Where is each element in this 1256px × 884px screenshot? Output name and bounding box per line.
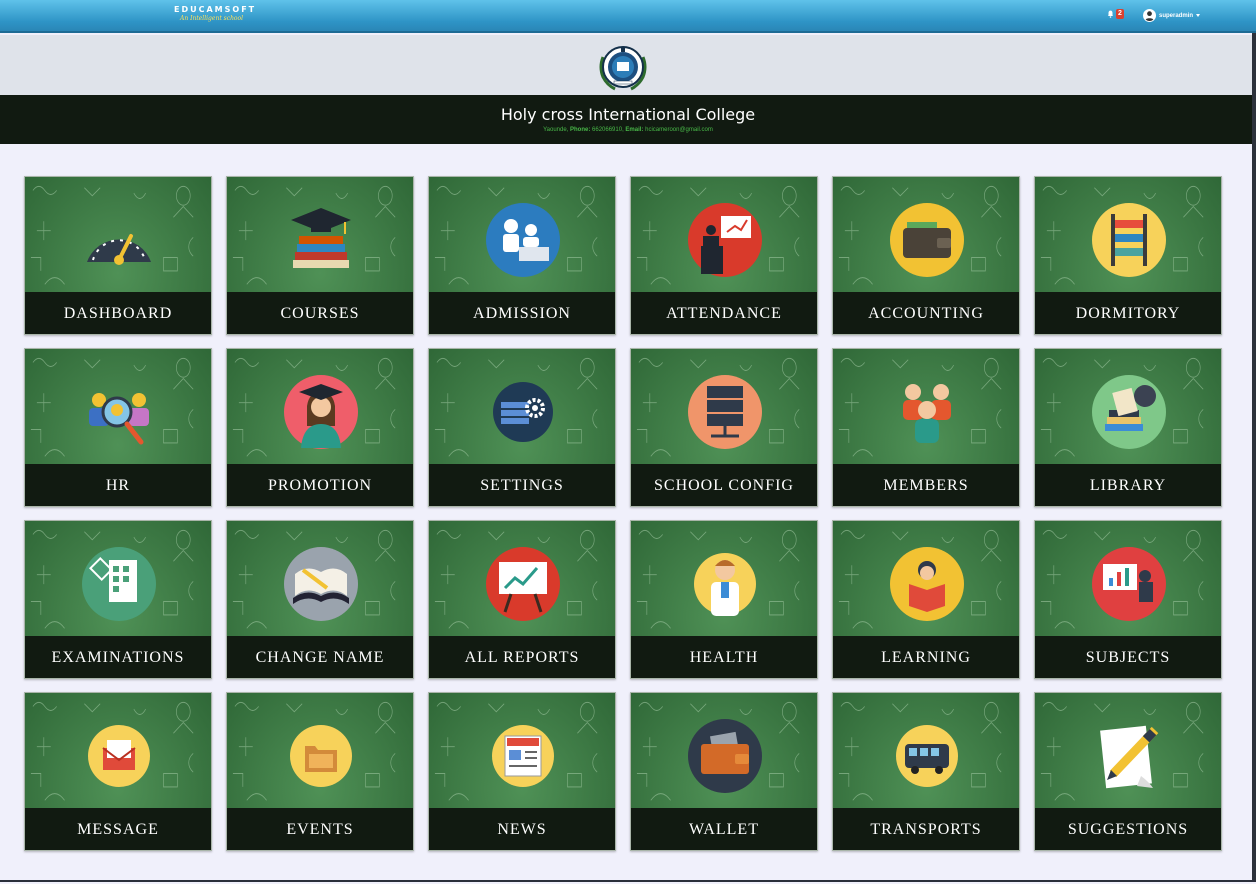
school-email: hcicameroon@gmail.com (645, 127, 713, 133)
chevron-down-icon (1196, 14, 1201, 17)
module-tile-change-name[interactable]: CHANGE NAME (226, 520, 414, 679)
module-tile-dormitory[interactable]: DORMITORY (1034, 176, 1222, 335)
exam-sheet-icon (82, 547, 156, 621)
module-label: PROMOTION (227, 464, 413, 506)
module-tile-school-config[interactable]: SCHOOL CONFIG (630, 348, 818, 507)
module-tile-promotion[interactable]: PROMOTION (226, 348, 414, 507)
module-tile-attendance[interactable]: ATTENDANCE (630, 176, 818, 335)
books-globe-icon (1092, 375, 1166, 449)
admission-desk-icon (486, 203, 560, 277)
people-search-icon (89, 393, 149, 445)
module-label: ALL REPORTS (429, 636, 615, 678)
module-tile-courses[interactable]: COURSES (226, 176, 414, 335)
module-tile-dashboard[interactable]: DASHBOARD (24, 176, 212, 335)
module-tile-events[interactable]: EVENTS (226, 692, 414, 851)
module-tile-subjects[interactable]: SUBJECTS (1034, 520, 1222, 679)
module-label: LEARNING (833, 636, 1019, 678)
module-tile-message[interactable]: MESSAGE (24, 692, 212, 851)
module-tile-library[interactable]: LIBRARY (1034, 348, 1222, 507)
teacher-board-icon (1092, 547, 1166, 621)
module-tile-admission[interactable]: ADMISSION (428, 176, 616, 335)
bottom-divider (0, 880, 1256, 882)
user-menu[interactable]: superadmin (1143, 9, 1201, 22)
user-avatar-icon (1144, 11, 1155, 21)
top-navbar: EDUCAMSOFT An Intelligent school 2 super… (0, 0, 1256, 33)
module-label: SUBJECTS (1035, 636, 1221, 678)
module-tile-news[interactable]: NEWS (428, 692, 616, 851)
phone-label: Phone: (570, 127, 591, 133)
notification-count-badge: 2 (1116, 9, 1124, 19)
module-label: MESSAGE (25, 808, 211, 850)
bunk-bed-icon (1092, 203, 1166, 277)
module-label: HEALTH (631, 636, 817, 678)
reading-student-icon (890, 547, 964, 621)
page-scrollbar[interactable] (1252, 33, 1256, 880)
module-tile-members[interactable]: MEMBERS (832, 348, 1020, 507)
brand-name: EDUCAMSOFT (174, 5, 257, 14)
wallet-card-icon (688, 719, 762, 793)
module-label: DASHBOARD (25, 292, 211, 334)
module-label: COURSES (227, 292, 413, 334)
module-tile-health[interactable]: HEALTH (630, 520, 818, 679)
module-label: CHANGE NAME (227, 636, 413, 678)
module-label: LIBRARY (1035, 464, 1221, 506)
module-tile-examinations[interactable]: EXAMINATIONS (24, 520, 212, 679)
module-label: ACCOUNTING (833, 292, 1019, 334)
module-label: NEWS (429, 808, 615, 850)
module-tile-learning[interactable]: LEARNING (832, 520, 1020, 679)
module-label: DORMITORY (1035, 292, 1221, 334)
school-name: Holy cross International College (500, 105, 756, 124)
folder-icon (290, 725, 352, 787)
school-city: Yaounde (543, 127, 567, 133)
module-label: EXAMINATIONS (25, 636, 211, 678)
group-people-icon (903, 384, 951, 443)
school-phone: 662066910 (592, 127, 623, 133)
module-label: SUGGESTIONS (1035, 808, 1221, 850)
user-name: superadmin (1159, 12, 1194, 19)
server-gear-icon (493, 382, 553, 442)
school-header: Holy cross International College Yaounde… (0, 95, 1256, 144)
module-label: EVENTS (227, 808, 413, 850)
module-label: SCHOOL CONFIG (631, 464, 817, 506)
envelope-icon (88, 725, 150, 787)
brand-tagline: An Intelligent school (180, 15, 244, 22)
report-chart-icon (486, 547, 560, 621)
module-tile-transports[interactable]: TRANSPORTS (832, 692, 1020, 851)
module-label: TRANSPORTS (833, 808, 1019, 850)
school-seal-logo (599, 46, 647, 91)
school-contact: Yaounde, Phone: 662066910, Email: hcicam… (543, 127, 713, 133)
module-label: ATTENDANCE (631, 292, 817, 334)
email-label: Email: (625, 127, 644, 133)
book-pen-icon (284, 547, 358, 621)
module-tile-suggestions[interactable]: SUGGESTIONS (1034, 692, 1222, 851)
brand-logo[interactable]: EDUCAMSOFT An Intelligent school (174, 6, 256, 22)
newspaper-icon (492, 725, 554, 787)
gauge-icon (87, 234, 151, 265)
bell-icon (1107, 10, 1114, 18)
module-tile-wallet[interactable]: WALLET (630, 692, 818, 851)
avatar (1143, 9, 1156, 22)
presentation-podium-icon (688, 203, 762, 277)
logo-band (0, 35, 1256, 95)
module-tile-settings[interactable]: SETTINGS (428, 348, 616, 507)
wallet-icon (890, 203, 964, 277)
module-tile-all-reports[interactable]: ALL REPORTS (428, 520, 616, 679)
module-label: SETTINGS (429, 464, 615, 506)
graduation-cap-books-icon (291, 208, 351, 268)
pencil-paper-icon (1100, 725, 1159, 789)
module-tile-hr[interactable]: HR (24, 348, 212, 507)
module-label: HR (25, 464, 211, 506)
module-tile-accounting[interactable]: ACCOUNTING (832, 176, 1020, 335)
graduate-woman-icon (284, 375, 358, 449)
doctor-icon (694, 553, 756, 616)
module-label: ADMISSION (429, 292, 615, 334)
server-rack-icon (688, 375, 762, 449)
module-label: WALLET (631, 808, 817, 850)
module-label: MEMBERS (833, 464, 1019, 506)
notifications-button[interactable]: 2 (1107, 9, 1124, 19)
bus-icon (896, 725, 958, 787)
